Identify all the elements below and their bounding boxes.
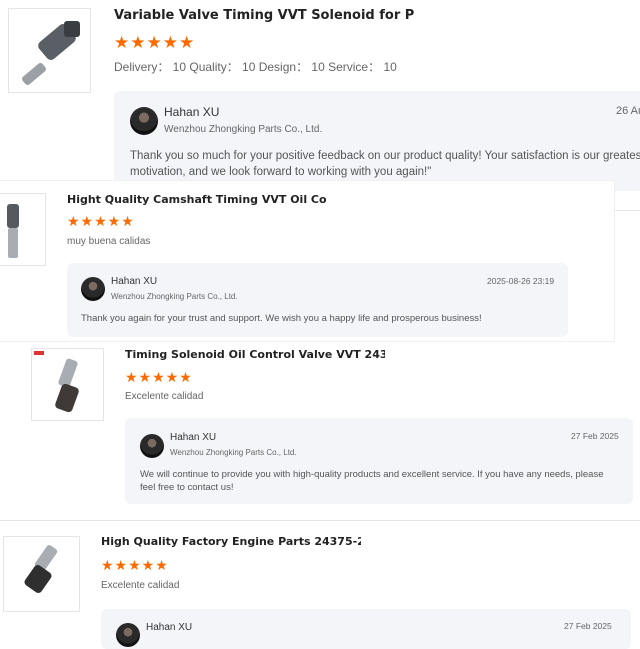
review-card: High Quality Factory Engine Parts 24375-… xyxy=(0,521,640,649)
product-thumbnail[interactable] xyxy=(31,348,104,421)
avatar xyxy=(81,277,105,301)
review-comment: Excelente calidad xyxy=(125,391,204,402)
product-title[interactable]: Variable Valve Timing VVT Solenoid for P… xyxy=(114,8,414,23)
seller-reply: Hahan XU Wenzhou Zhongking Parts Co., Lt… xyxy=(125,418,633,504)
avatar xyxy=(116,623,140,647)
review-comment: Excelente calidad xyxy=(101,580,180,591)
reply-author: Hahan XU xyxy=(170,432,217,443)
product-title[interactable]: High Quality Factory Engine Parts 24375-… xyxy=(101,535,361,548)
review-card: Timing Solenoid Oil Control Valve VVT 24… xyxy=(0,345,640,515)
review-card: Variable Valve Timing VVT Solenoid for P… xyxy=(0,0,640,211)
star-rating: ★★★★★ xyxy=(125,369,193,385)
reply-author: Hahan XU xyxy=(164,105,220,119)
reply-text: Thank you again for your trust and suppo… xyxy=(81,313,482,324)
star-rating: ★★★★★ xyxy=(67,213,135,229)
divider xyxy=(614,210,640,211)
solenoid-image xyxy=(22,21,80,85)
avatar xyxy=(130,107,158,135)
product-thumbnail[interactable] xyxy=(3,536,80,612)
avatar xyxy=(140,434,164,458)
product-title[interactable]: Hight Quality Camshaft Timing VVT Oil Co… xyxy=(67,193,327,206)
solenoid-image xyxy=(7,204,19,258)
reply-company: Wenzhou Zhongking Parts Co., Ltd. xyxy=(111,292,238,301)
reply-author: Hahan XU xyxy=(146,622,193,633)
reply-date: 27 Feb 2025 xyxy=(564,621,612,631)
review-metrics: Delivery： 10 Quality： 10 Design： 10 Serv… xyxy=(114,60,397,74)
star-rating: ★★★★★ xyxy=(101,557,169,573)
product-thumbnail[interactable] xyxy=(0,193,46,266)
product-thumbnail[interactable] xyxy=(8,8,91,93)
reply-date: 2025-08-26 23:19 xyxy=(487,276,555,286)
solenoid-image xyxy=(24,545,58,593)
reply-author: Hahan XU xyxy=(111,276,158,287)
seller-reply: Hahan XU 27 Feb 2025 xyxy=(101,609,631,649)
product-title[interactable]: Timing Solenoid Oil Control Valve VVT 24… xyxy=(125,348,385,361)
reply-company: Wenzhou Zhongking Parts Co., Ltd. xyxy=(170,448,297,457)
review-card: Hight Quality Camshaft Timing VVT Oil Co… xyxy=(0,181,614,341)
solenoid-image xyxy=(34,351,79,413)
reply-text: We will continue to provide you with hig… xyxy=(140,469,604,493)
seller-reply: Hahan XU Wenzhou Zhongking Parts Co., Lt… xyxy=(114,91,640,191)
reply-date: 27 Feb 2025 xyxy=(571,431,619,441)
reply-company: Wenzhou Zhongking Parts Co., Ltd. xyxy=(164,124,323,135)
reply-text: Thank you so much for your positive feed… xyxy=(130,150,640,178)
review-comment: muy buena calidas xyxy=(67,236,151,247)
star-rating: ★★★★★ xyxy=(114,33,196,52)
seller-reply: Hahan XU Wenzhou Zhongking Parts Co., Lt… xyxy=(67,263,568,337)
reply-date: 26 Au xyxy=(616,105,640,117)
